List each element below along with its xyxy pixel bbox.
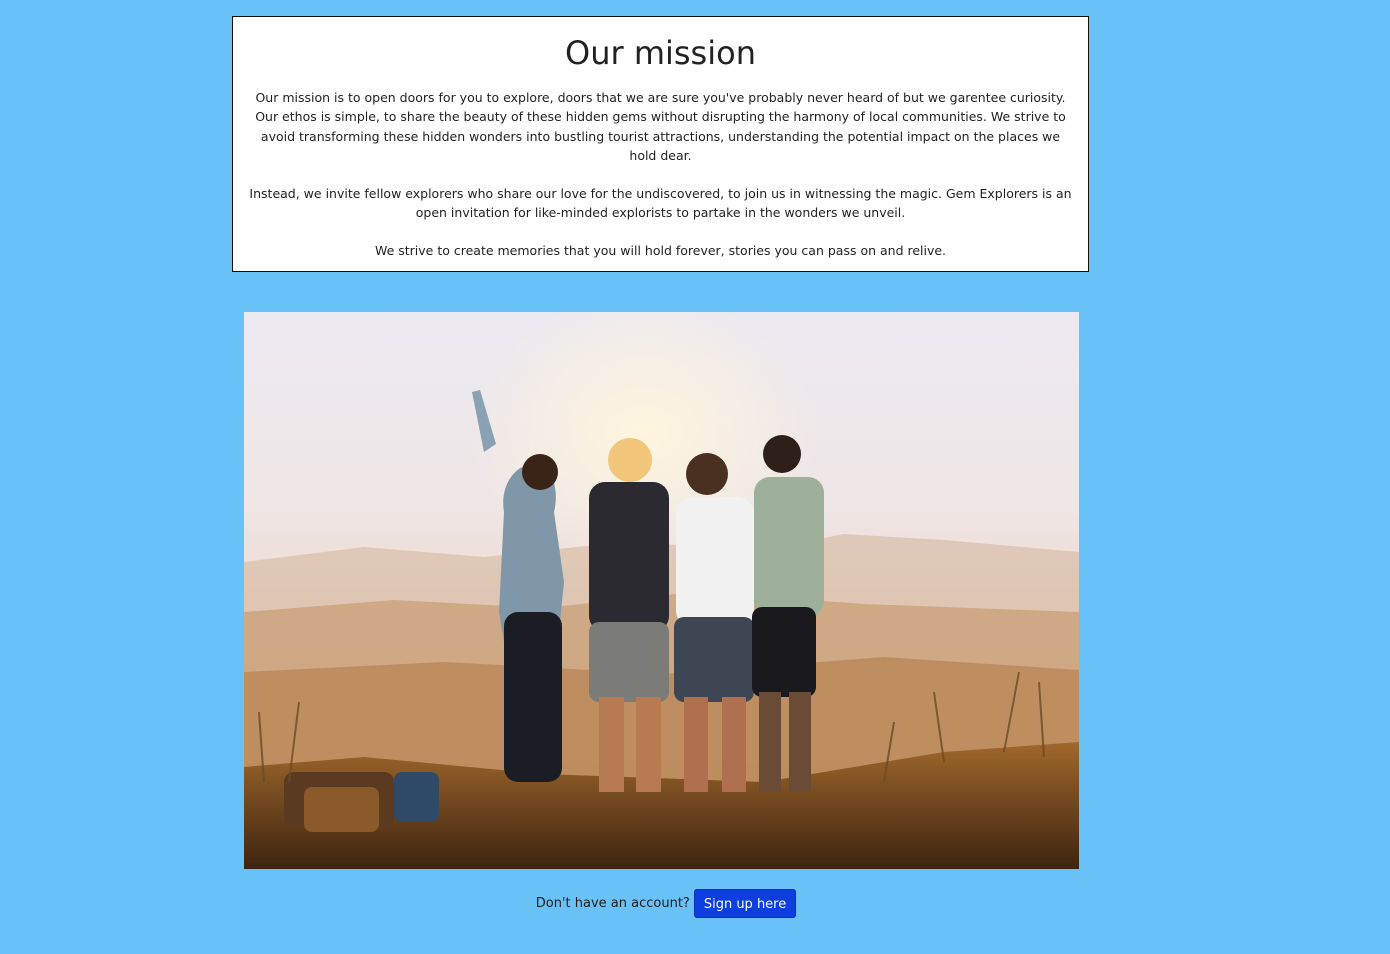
sign-up-button[interactable]: Sign up here xyxy=(693,889,797,918)
signup-prompt: Don't have an account? xyxy=(535,896,690,911)
hero-image-friends-hilltop xyxy=(244,312,1079,869)
mission-paragraph-1: Our mission is to open doors for you to … xyxy=(255,90,1066,164)
mission-paragraph-2: Instead, we invite fellow explorers who … xyxy=(249,185,1072,221)
mission-title: Our mission xyxy=(565,34,756,72)
mission-paragraph-3: We strive to create memories that you wi… xyxy=(374,243,947,259)
mission-card: Our mission Our mission is to open doors… xyxy=(232,16,1089,272)
signup-row: Don't have an account? Sign up here xyxy=(0,888,1390,919)
